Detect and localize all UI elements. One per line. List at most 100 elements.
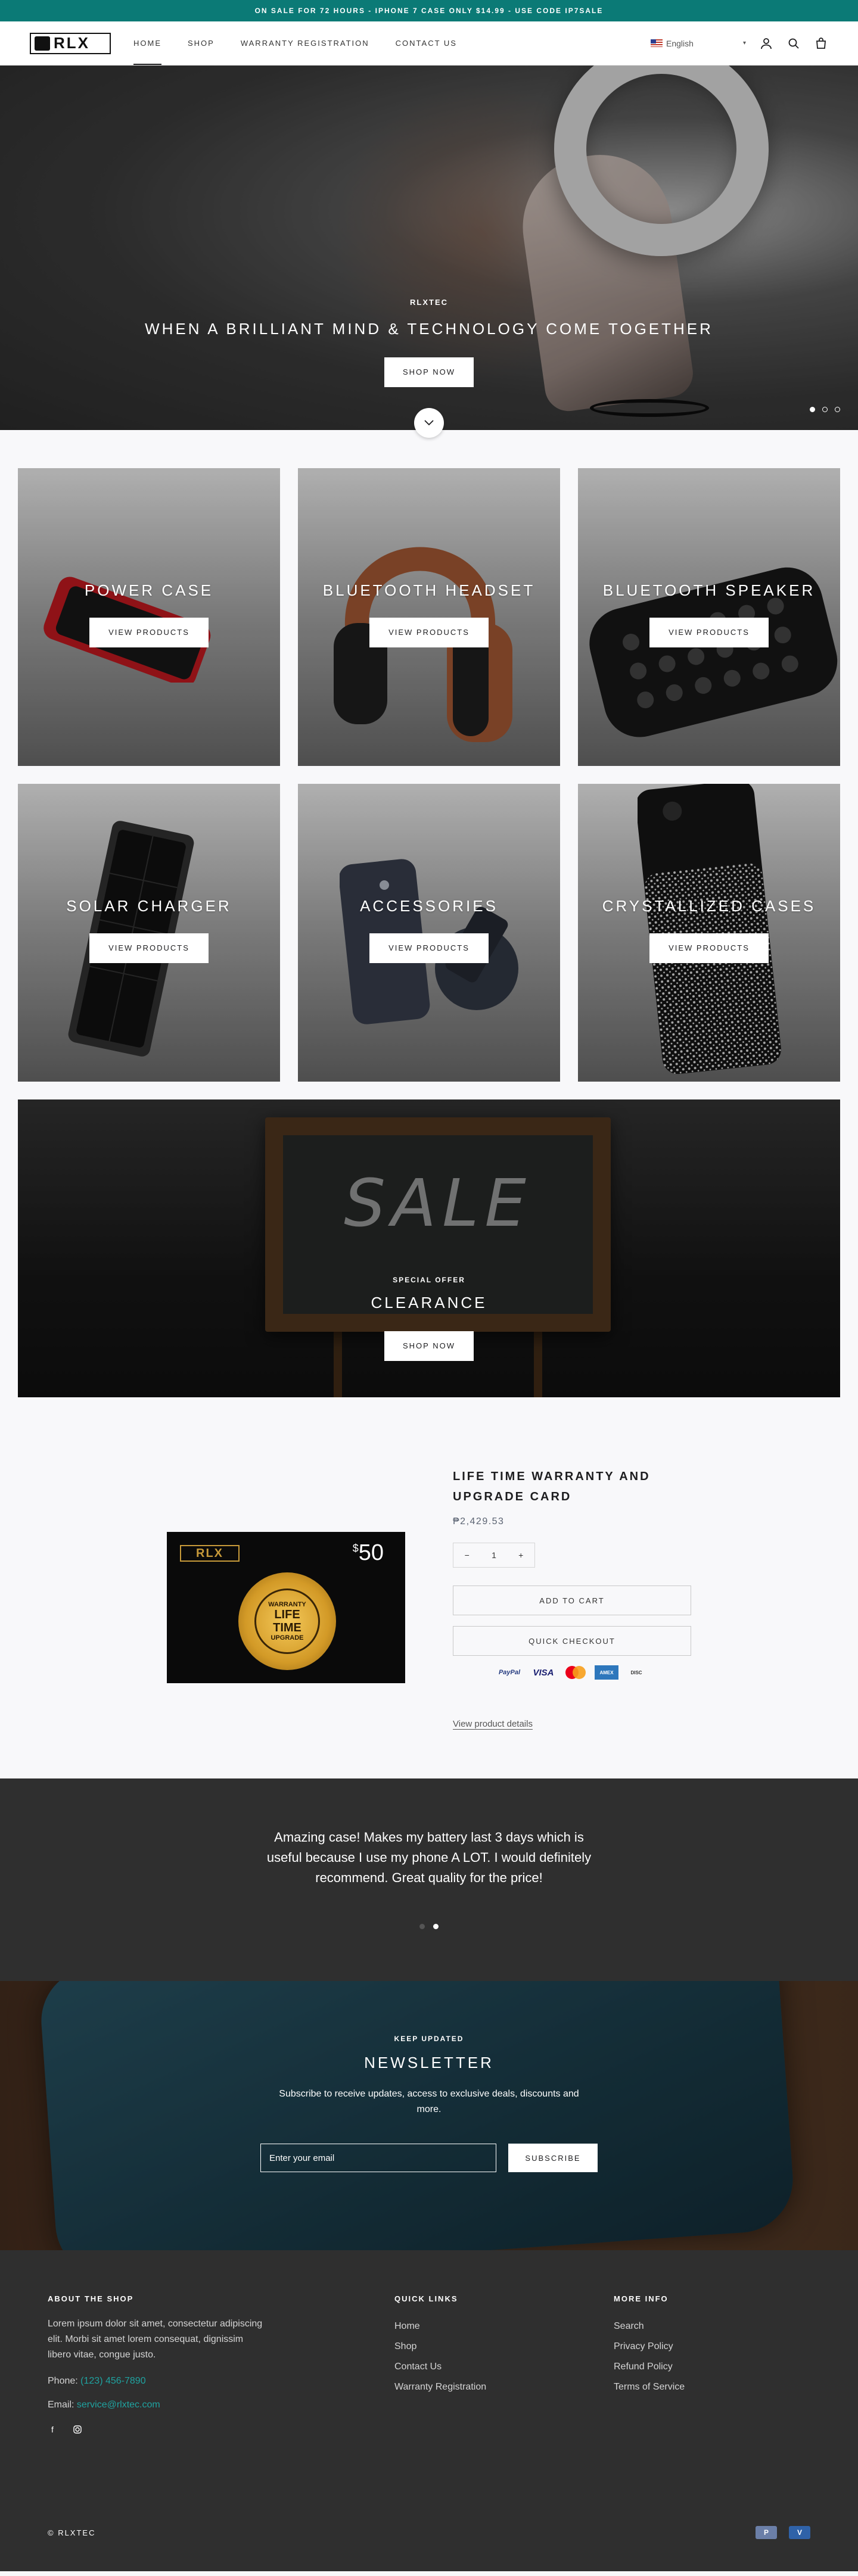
- card-price: $50: [352, 1540, 384, 1565]
- footer-link-warranty-registration[interactable]: Warranty Registration: [394, 2377, 614, 2397]
- collection-tile-power-case[interactable]: POWER CASE VIEW PRODUCTS: [18, 468, 280, 766]
- collection-title: SOLAR CHARGER: [66, 897, 232, 915]
- language-label: English: [666, 38, 694, 48]
- footer-link-home[interactable]: Home: [394, 2316, 614, 2337]
- view-products-button[interactable]: VIEW PRODUCTS: [649, 933, 769, 963]
- quantity-stepper[interactable]: − 1 +: [453, 1543, 535, 1568]
- paypal-icon: PayPal: [498, 1669, 521, 1676]
- footer-link-shop[interactable]: Shop: [394, 2337, 614, 2357]
- visa-icon: VISA: [533, 1667, 554, 1678]
- footer-link-search[interactable]: Search: [614, 2316, 685, 2337]
- collection-tile-bluetooth-headset[interactable]: BLUETOOTH HEADSET VIEW PRODUCTS: [298, 468, 560, 766]
- search-icon[interactable]: [786, 36, 801, 51]
- collection-title: BLUETOOTH SPEAKER: [602, 581, 816, 599]
- slide-dot-3[interactable]: [835, 407, 840, 412]
- mastercard-icon: [562, 1665, 589, 1680]
- cart-icon[interactable]: [814, 36, 828, 51]
- main-nav: HOME SHOP WARRANTY REGISTRATION CONTACT …: [133, 21, 457, 65]
- testimonial-slider: Amazing case! Makes my battery last 3 da…: [0, 1778, 858, 1981]
- collection-tile-bluetooth-speaker[interactable]: BLUETOOTH SPEAKER VIEW PRODUCTS: [578, 468, 840, 766]
- hero-shop-now-button[interactable]: SHOP NOW: [384, 357, 474, 387]
- footer-link-contact-us[interactable]: Contact Us: [394, 2357, 614, 2377]
- slide-dot-1[interactable]: [810, 407, 815, 412]
- amex-icon: AMEX: [595, 1665, 618, 1680]
- site-footer: ABOUT THE SHOP Lorem ipsum dolor sit ame…: [0, 2250, 858, 2571]
- sale-shop-now-button[interactable]: SHOP NOW: [384, 1331, 474, 1361]
- newsletter-section: KEEP UPDATED NEWSLETTER Subscribe to rec…: [0, 1981, 858, 2250]
- view-products-button[interactable]: VIEW PRODUCTS: [89, 933, 209, 963]
- collection-tile-accessories[interactable]: ACCESSORIES VIEW PRODUCTS: [298, 784, 560, 1082]
- logo-text: RLX: [54, 34, 90, 52]
- newsletter-title: NEWSLETTER: [364, 2054, 494, 2072]
- quick-links-heading: QUICK LINKS: [394, 2294, 458, 2303]
- view-products-button[interactable]: VIEW PRODUCTS: [89, 618, 209, 647]
- view-product-details-link[interactable]: View product details: [453, 1719, 533, 1729]
- language-selector[interactable]: English ▾: [651, 39, 746, 48]
- warranty-seal-icon: WARRANTY LIFE TIME UPGRADE: [238, 1572, 336, 1670]
- collection-title: ACCESSORIES: [360, 897, 498, 915]
- footer-more-info: MORE INFO Search Privacy Policy Refund P…: [614, 2294, 685, 2434]
- testimonial-dots: [0, 1924, 858, 1929]
- sale-eyebrow: SPECIAL OFFER: [393, 1276, 465, 1284]
- discover-icon: DISC: [630, 1669, 642, 1675]
- paypal-icon: P: [756, 2526, 777, 2539]
- testimonial-dot-1[interactable]: [419, 1924, 425, 1929]
- site-header: RLX HOME SHOP WARRANTY REGISTRATION CONT…: [0, 21, 858, 66]
- nav-home[interactable]: HOME: [133, 21, 161, 65]
- newsletter-text: Subscribe to receive updates, access to …: [279, 2089, 579, 2114]
- footer-about-text: Lorem ipsum dolor sit amet, consectetur …: [48, 2319, 263, 2360]
- email-field[interactable]: [260, 2144, 496, 2172]
- minus-icon[interactable]: −: [465, 1550, 470, 1560]
- product-title: LIFE TIME WARRANTY AND UPGRADE CARD: [453, 1470, 651, 1503]
- collection-grid: POWER CASE VIEW PRODUCTS BLUETOOTH HEADS…: [0, 430, 858, 1082]
- email-link[interactable]: service@rlxtec.com: [77, 2400, 160, 2410]
- sale-title: CLEARANCE: [371, 1294, 487, 1312]
- add-to-cart-button[interactable]: ADD TO CART: [453, 1586, 691, 1615]
- view-products-button[interactable]: VIEW PRODUCTS: [369, 618, 489, 647]
- slide-dot-2[interactable]: [822, 407, 828, 412]
- payment-methods: PayPal VISA AMEX DISC: [495, 1665, 691, 1680]
- footer-link-privacy-policy[interactable]: Privacy Policy: [614, 2337, 685, 2357]
- view-products-button[interactable]: VIEW PRODUCTS: [649, 618, 769, 647]
- product-price: ₱2,429.53: [453, 1516, 505, 1527]
- nav-contact-us[interactable]: CONTACT US: [396, 21, 457, 65]
- venmo-icon: V: [789, 2526, 810, 2539]
- footer-link-refund-policy[interactable]: Refund Policy: [614, 2357, 685, 2377]
- view-products-button[interactable]: VIEW PRODUCTS: [369, 933, 489, 963]
- plus-icon[interactable]: +: [518, 1550, 523, 1560]
- footer-link-terms-of-service[interactable]: Terms of Service: [614, 2377, 685, 2397]
- footer-about: ABOUT THE SHOP Lorem ipsum dolor sit ame…: [48, 2294, 394, 2434]
- nav-warranty-registration[interactable]: WARRANTY REGISTRATION: [241, 21, 369, 65]
- more-info-heading: MORE INFO: [614, 2294, 669, 2303]
- testimonial-dot-2[interactable]: [433, 1924, 439, 1929]
- featured-product: RLX $50 WARRANTY LIFE TIME UPGRADE LIFE …: [0, 1397, 858, 1778]
- card-logo: RLX: [180, 1545, 240, 1562]
- chevron-down-icon: ▾: [742, 40, 746, 46]
- subscribe-button[interactable]: SUBSCRIBE: [508, 2144, 598, 2172]
- phone-link[interactable]: (123) 456-7890: [80, 2376, 145, 2386]
- clearance-banner[interactable]: SALE SPECIAL OFFER CLEARANCE SHOP NOW: [18, 1099, 840, 1397]
- hero-title: WHEN A BRILLIANT MIND & TECHNOLOGY COME …: [145, 320, 713, 338]
- collection-title: POWER CASE: [84, 581, 214, 599]
- instagram-icon[interactable]: [73, 2425, 82, 2434]
- slideshow-dots: [810, 407, 840, 412]
- copyright: © RLXTEC: [48, 2528, 96, 2537]
- logo-badge-icon: [35, 36, 50, 51]
- nav-shop[interactable]: SHOP: [188, 21, 214, 65]
- footer-email: Email: service@rlxtec.com: [48, 2400, 160, 2410]
- facebook-icon[interactable]: f: [48, 2425, 57, 2434]
- quick-checkout-button[interactable]: QUICK CHECKOUT: [453, 1626, 691, 1656]
- collection-tile-crystallized-cases[interactable]: CRYSTALLIZED CASES VIEW PRODUCTS: [578, 784, 840, 1082]
- chevron-down-icon: [424, 420, 434, 426]
- scroll-down-button[interactable]: [414, 408, 444, 438]
- product-image[interactable]: RLX $50 WARRANTY LIFE TIME UPGRADE: [167, 1532, 405, 1683]
- footer-about-heading: ABOUT THE SHOP: [48, 2294, 134, 2303]
- account-icon[interactable]: [759, 36, 773, 51]
- footer-payment-icons: P V: [756, 2526, 810, 2539]
- site-logo[interactable]: RLX: [30, 32, 111, 54]
- hero-slideshow: RLXTEC WHEN A BRILLIANT MIND & TECHNOLOG…: [0, 66, 858, 430]
- quantity-value[interactable]: 1: [492, 1550, 496, 1560]
- footer-quick-links: QUICK LINKS Home Shop Contact Us Warrant…: [394, 2294, 614, 2434]
- collection-tile-solar-charger[interactable]: SOLAR CHARGER VIEW PRODUCTS: [18, 784, 280, 1082]
- social-links: f: [48, 2425, 394, 2434]
